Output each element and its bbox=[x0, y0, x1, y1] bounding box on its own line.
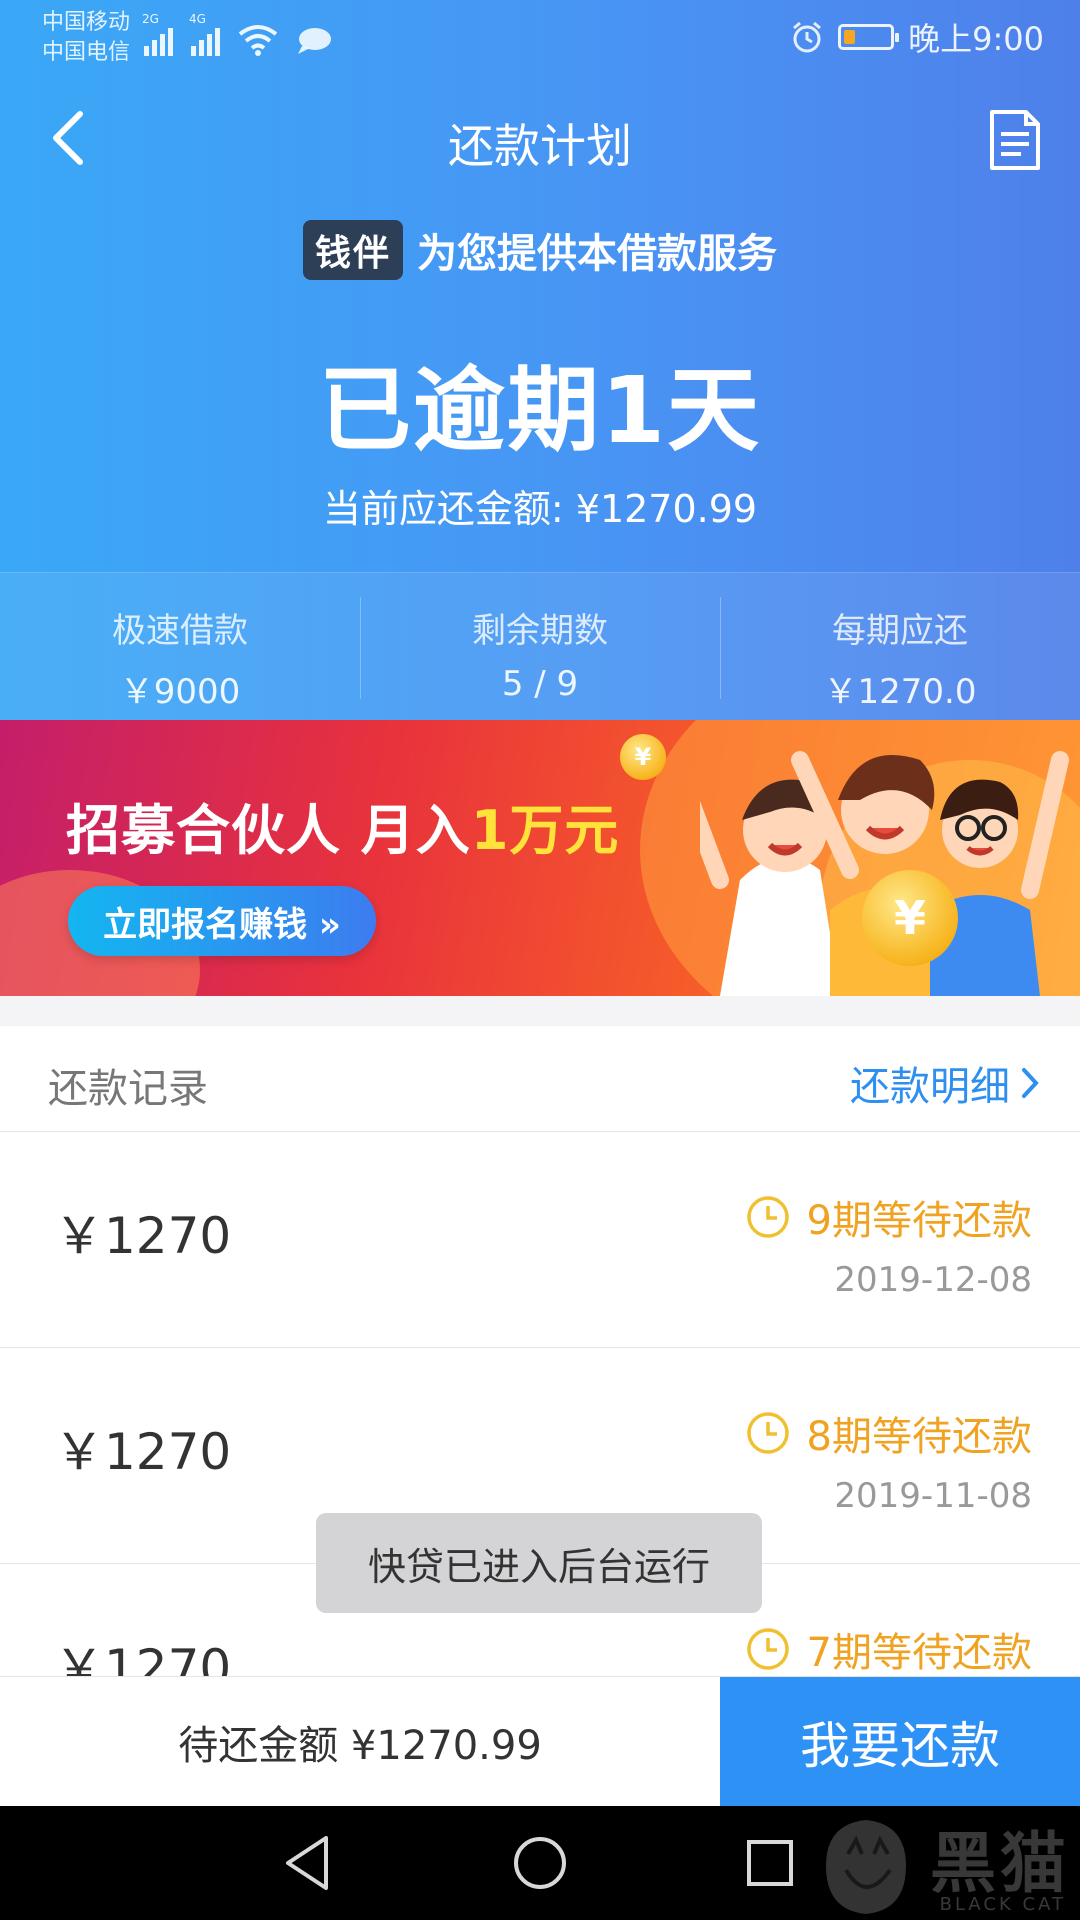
stat-label: 剩余期数 bbox=[472, 611, 608, 651]
net-type-2: 4G bbox=[189, 12, 206, 26]
record-amount: ￥1270 bbox=[54, 1423, 232, 1481]
record-row[interactable]: ￥1270 9期等待还款 2019-12-08 bbox=[0, 1132, 1080, 1348]
record-status-text: 9期等待还款 bbox=[806, 1198, 1032, 1244]
alarm-icon bbox=[793, 21, 822, 53]
signup-button[interactable]: 立即报名赚钱 » bbox=[68, 886, 376, 956]
carrier-labels: 中国移动 中国电信 bbox=[42, 8, 130, 68]
banner-title-prefix: 招募合伙人 月入 bbox=[66, 799, 471, 862]
toast-message: 快贷已进入后台运行 bbox=[316, 1513, 762, 1613]
record-amount: ￥1270 bbox=[54, 1207, 232, 1265]
stat-label: 每期应还 bbox=[832, 611, 968, 651]
watermark: 黑猫 BLACK CAT bbox=[810, 1806, 1080, 1920]
nav-back-icon[interactable] bbox=[274, 1828, 344, 1898]
system-navigation-bar: 黑猫 BLACK CAT bbox=[0, 1806, 1080, 1920]
battery-icon bbox=[838, 24, 900, 50]
page-title: 还款计划 bbox=[448, 119, 632, 173]
battery-fill bbox=[844, 30, 856, 44]
clock-icon bbox=[746, 1196, 789, 1238]
stat-label: 极速借款 bbox=[112, 611, 248, 651]
signal-2g-icon: 2G bbox=[142, 12, 173, 56]
nav-recents-icon[interactable] bbox=[735, 1828, 805, 1898]
bottom-action-bar: 待还金额 ¥1270.99 我要还款 bbox=[0, 1676, 1080, 1807]
wifi-icon bbox=[238, 25, 278, 56]
stat-remaining-periods: 剩余期数 5 / 9 bbox=[360, 573, 720, 720]
header-section: 中国移动 中国电信 2G 4G 晚上9:00 还款计划 钱伴 为您提供本借款服务… bbox=[0, 0, 1080, 720]
nav-bar: 还款计划 bbox=[0, 96, 1080, 186]
stat-per-period: 每期应还 ￥1270.0 bbox=[720, 573, 1080, 720]
overdue-status: 已逾期1天 bbox=[318, 357, 761, 464]
banner-title-highlight: 1万元 bbox=[470, 799, 620, 862]
clock-icon bbox=[746, 1412, 789, 1454]
record-date: 2019-11-08 bbox=[834, 1476, 1032, 1516]
records-title: 还款记录 bbox=[48, 1066, 208, 1112]
chevron-right-icon bbox=[1022, 1068, 1039, 1098]
coin-icon: ¥ bbox=[620, 734, 666, 780]
nav-home-icon[interactable] bbox=[505, 1828, 575, 1898]
clock-icon bbox=[746, 1628, 789, 1670]
record-date: 2019-12-08 bbox=[834, 1260, 1032, 1300]
loan-stats: 极速借款 ￥9000 剩余期数 5 / 9 每期应还 ￥1270.0 bbox=[0, 572, 1080, 720]
banner-title: 招募合伙人 月入1万元 bbox=[66, 786, 619, 865]
stat-value: ￥1270.0 bbox=[823, 672, 977, 712]
message-icon bbox=[298, 28, 331, 54]
repayment-detail-link[interactable]: 还款明细 bbox=[850, 1054, 1040, 1112]
detail-link-label: 还款明细 bbox=[850, 1064, 1010, 1110]
watermark-text: 黑猫 bbox=[930, 1825, 1070, 1902]
signal-4g-icon: 4G bbox=[189, 12, 220, 56]
clock-time: 晚上9:00 bbox=[908, 20, 1044, 58]
pending-amount: 待还金额 ¥1270.99 bbox=[178, 1723, 542, 1769]
record-status: 9期等待还款 bbox=[745, 1188, 1032, 1246]
provider-line: 钱伴 为您提供本借款服务 bbox=[0, 220, 1080, 280]
stat-loan-amount: 极速借款 ￥9000 bbox=[0, 573, 360, 720]
signal-indicators: 2G 4G bbox=[142, 12, 332, 56]
record-status-text: 7期等待还款 bbox=[806, 1630, 1032, 1676]
status-bar: 中国移动 中国电信 2G 4G 晚上9:00 bbox=[0, 0, 1080, 80]
current-due-amount: 当前应还金额: ¥1270.99 bbox=[322, 487, 758, 531]
stat-value: ￥9000 bbox=[119, 672, 241, 712]
record-amount: ￥1270 bbox=[54, 1639, 232, 1676]
records-header: 还款记录 还款明细 bbox=[0, 1026, 1080, 1132]
provider-logo: 钱伴 bbox=[302, 220, 403, 280]
document-icon[interactable] bbox=[988, 108, 1042, 172]
status-right: 晚上9:00 bbox=[790, 14, 1044, 60]
net-type-1: 2G bbox=[142, 12, 159, 26]
watermark-subtext: BLACK CAT bbox=[939, 1894, 1066, 1915]
coin-icon: ¥ bbox=[862, 870, 958, 966]
stat-value: 5 / 9 bbox=[501, 664, 579, 704]
record-status-text: 8期等待还款 bbox=[806, 1414, 1032, 1460]
carrier-2: 中国电信 bbox=[42, 40, 131, 65]
cat-logo-icon bbox=[826, 1820, 906, 1914]
record-status: 8期等待还款 bbox=[745, 1404, 1032, 1462]
provider-text: 为您提供本借款服务 bbox=[417, 231, 777, 277]
record-status: 7期等待还款 bbox=[745, 1620, 1032, 1676]
carrier-1: 中国移动 bbox=[42, 10, 131, 35]
promo-banner[interactable]: 招募合伙人 月入1万元 立即报名赚钱 » ¥ ¥ bbox=[0, 720, 1080, 996]
repay-button[interactable]: 我要还款 bbox=[720, 1677, 1080, 1807]
